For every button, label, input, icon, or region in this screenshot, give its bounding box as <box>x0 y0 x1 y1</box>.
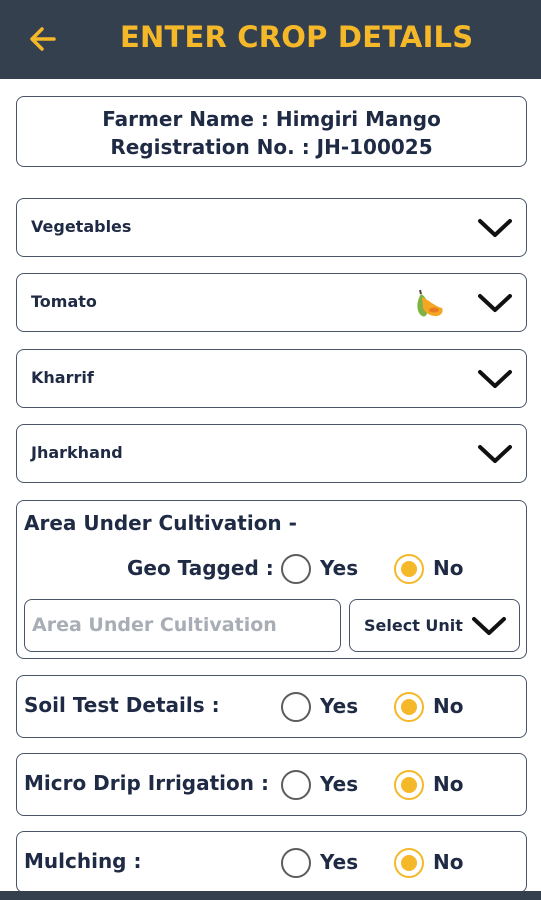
micro-drip-row: Micro Drip Irrigation : Yes No <box>16 753 527 816</box>
area-cultivation-input[interactable]: Area Under Cultivation <box>24 599 341 652</box>
micro-drip-no-label: No <box>433 772 464 796</box>
geo-tagged-label: Geo Tagged : <box>127 556 274 580</box>
soil-test-yes-radio[interactable] <box>281 692 311 722</box>
registration-number: Registration No. : JH-100025 <box>110 135 433 159</box>
soil-test-no-label: No <box>433 694 464 718</box>
mulching-no-label: No <box>433 850 464 874</box>
mulching-yes-radio[interactable] <box>281 848 311 878</box>
bottom-bar <box>0 891 541 900</box>
micro-drip-label: Micro Drip Irrigation : <box>24 771 269 795</box>
crop-category-value: Vegetables <box>31 217 132 236</box>
chevron-down-icon <box>478 294 512 312</box>
micro-drip-yes-radio[interactable] <box>281 770 311 800</box>
farmer-info-card: Farmer Name : Himgiri Mango Registration… <box>16 96 527 167</box>
crop-name-dropdown[interactable]: Tomato <box>16 273 527 332</box>
state-dropdown[interactable]: Jharkhand <box>16 424 527 483</box>
chevron-down-icon <box>472 617 506 635</box>
crop-category-dropdown[interactable]: Vegetables <box>16 198 527 257</box>
micro-drip-yes-label: Yes <box>320 772 359 796</box>
chevron-down-icon <box>478 370 512 388</box>
mulching-yes-label: Yes <box>320 850 359 874</box>
chevron-down-icon <box>478 219 512 237</box>
geo-tagged-no-radio[interactable] <box>394 554 424 584</box>
app-header: ENTER CROP DETAILS <box>0 0 541 79</box>
geo-tagged-yes-radio[interactable] <box>281 554 311 584</box>
select-unit-dropdown[interactable]: Select Unit <box>349 599 520 652</box>
geo-tagged-yes-label: Yes <box>320 556 359 580</box>
select-unit-value: Select Unit <box>364 616 463 635</box>
crop-name-value: Tomato <box>31 292 97 311</box>
state-value: Jharkhand <box>31 443 123 462</box>
page-title: ENTER CROP DETAILS <box>120 20 474 54</box>
season-value: Kharrif <box>31 368 94 387</box>
soil-test-no-radio[interactable] <box>394 692 424 722</box>
farmer-name: Farmer Name : Himgiri Mango <box>102 107 441 131</box>
geo-tagged-no-label: No <box>433 556 464 580</box>
soil-test-yes-label: Yes <box>320 694 359 718</box>
arrow-left-icon[interactable] <box>26 22 60 56</box>
area-cultivation-section: Area Under Cultivation - Geo Tagged : Ye… <box>16 500 527 659</box>
mulching-row: Mulching : Yes No <box>16 831 527 893</box>
season-dropdown[interactable]: Kharrif <box>16 349 527 408</box>
area-cultivation-heading: Area Under Cultivation - <box>24 511 297 535</box>
soil-test-label: Soil Test Details : <box>24 693 220 717</box>
chevron-down-icon <box>478 445 512 463</box>
mulching-no-radio[interactable] <box>394 848 424 878</box>
fruit-icon <box>417 289 443 317</box>
micro-drip-no-radio[interactable] <box>394 770 424 800</box>
mulching-label: Mulching : <box>24 849 142 873</box>
soil-test-row: Soil Test Details : Yes No <box>16 675 527 738</box>
